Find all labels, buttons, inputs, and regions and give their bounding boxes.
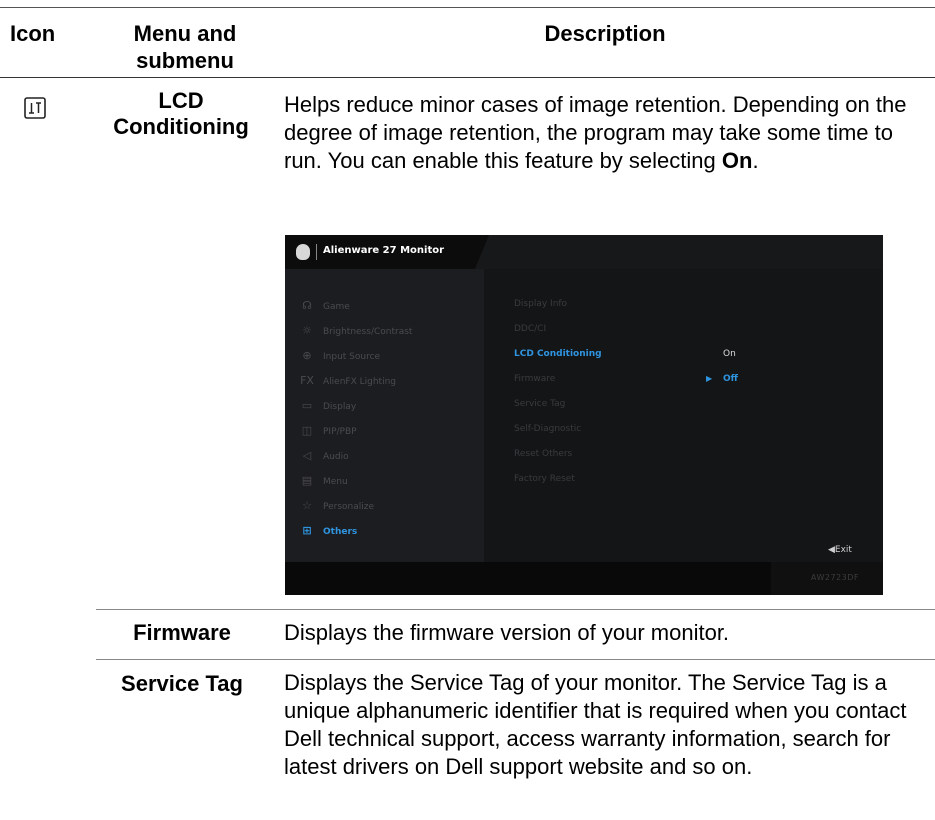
input-source-icon: ⊕ bbox=[302, 349, 312, 362]
description-lcd-conditioning: Helps reduce minor cases of image retent… bbox=[284, 92, 907, 173]
osd-submenu-factory-reset[interactable]: Factory Reset bbox=[514, 474, 575, 484]
brightness-icon: ☼ bbox=[302, 324, 312, 337]
gamepad-icon: ☊ bbox=[302, 299, 312, 312]
osd-footer: AW2723DF bbox=[285, 562, 883, 595]
osd-submenu-self-diagnostic[interactable]: Self-Diagnostic bbox=[514, 424, 581, 434]
osd-option-off[interactable]: Off bbox=[723, 374, 738, 384]
header-description: Description bbox=[544, 21, 666, 46]
osd-option-on[interactable]: On bbox=[723, 349, 736, 359]
osd-submenu-reset-others[interactable]: Reset Others bbox=[514, 449, 572, 459]
osd-menu-personalize[interactable]: ☆ Personalize bbox=[299, 499, 374, 512]
row-rule-firmware bbox=[96, 609, 935, 610]
alienware-logo-icon bbox=[296, 244, 310, 260]
osd-submenu-service-tag[interactable]: Service Tag bbox=[514, 399, 565, 409]
header-icon: Icon bbox=[10, 21, 56, 46]
osd-title-bar: Alienware 27 Monitor bbox=[285, 235, 475, 269]
osd-menu-others[interactable]: ⊞ Others bbox=[299, 524, 357, 537]
menu-service-tag: Service Tag bbox=[121, 671, 243, 696]
osd-submenu-ddc-ci[interactable]: DDC/CI bbox=[514, 324, 546, 334]
description-service-tag: Displays the Service Tag of your monitor… bbox=[284, 670, 907, 779]
osd-main-menu bbox=[285, 269, 484, 562]
row-rule-service-tag bbox=[96, 659, 935, 660]
osd-menu-alienfx-lighting[interactable]: FX AlienFX Lighting bbox=[299, 374, 396, 387]
others-icon: ⊞ bbox=[302, 524, 312, 537]
display-icon: ▭ bbox=[301, 399, 313, 412]
header-bottom-rule bbox=[0, 77, 935, 78]
header-menu-submenu: Menu and submenu bbox=[133, 21, 237, 73]
osd-menu-input-source[interactable]: ⊕ Input Source bbox=[299, 349, 380, 362]
menu-firmware: Firmware bbox=[133, 620, 231, 645]
description-firmware: Displays the firmware version of your mo… bbox=[284, 620, 730, 645]
star-icon: ☆ bbox=[302, 499, 312, 512]
osd-menu-game[interactable]: ☊ Game bbox=[299, 299, 350, 312]
osd-screenshot: Alienware 27 Monitor ☊ Game ☼ Brightness/C… bbox=[285, 235, 883, 595]
osd-submenu-panel bbox=[484, 269, 883, 562]
table-top-rule bbox=[0, 7, 935, 8]
audio-icon: ◁ bbox=[302, 449, 312, 462]
alienfx-icon: FX bbox=[300, 374, 314, 387]
osd-title: Alienware 27 Monitor bbox=[323, 245, 445, 256]
pip-pbp-icon: ◫ bbox=[301, 424, 313, 437]
osd-option-pointer-icon: ▶ bbox=[706, 374, 713, 383]
osd-menu-brightness-contrast[interactable]: ☼ Brightness/Contrast bbox=[299, 324, 412, 337]
osd-submenu-display-info[interactable]: Display Info bbox=[514, 299, 567, 309]
osd-exit-button[interactable]: ◀Exit bbox=[828, 545, 852, 555]
osd-model-name: AW2723DF bbox=[810, 573, 859, 582]
osd-menu-display[interactable]: ▭ Display bbox=[299, 399, 356, 412]
osd-submenu-firmware[interactable]: Firmware bbox=[514, 374, 555, 384]
osd-menu-pip-pbp[interactable]: ◫ PIP/PBP bbox=[299, 424, 357, 437]
menu-icon: ▤ bbox=[301, 474, 313, 487]
osd-menu-audio[interactable]: ◁ Audio bbox=[299, 449, 349, 462]
osd-menu-menu[interactable]: ▤ Menu bbox=[299, 474, 348, 487]
lcd-conditioning-icon bbox=[24, 97, 46, 119]
osd-submenu-lcd-conditioning[interactable]: LCD Conditioning bbox=[514, 349, 602, 359]
menu-lcd-conditioning: LCD Conditioning bbox=[113, 88, 249, 139]
